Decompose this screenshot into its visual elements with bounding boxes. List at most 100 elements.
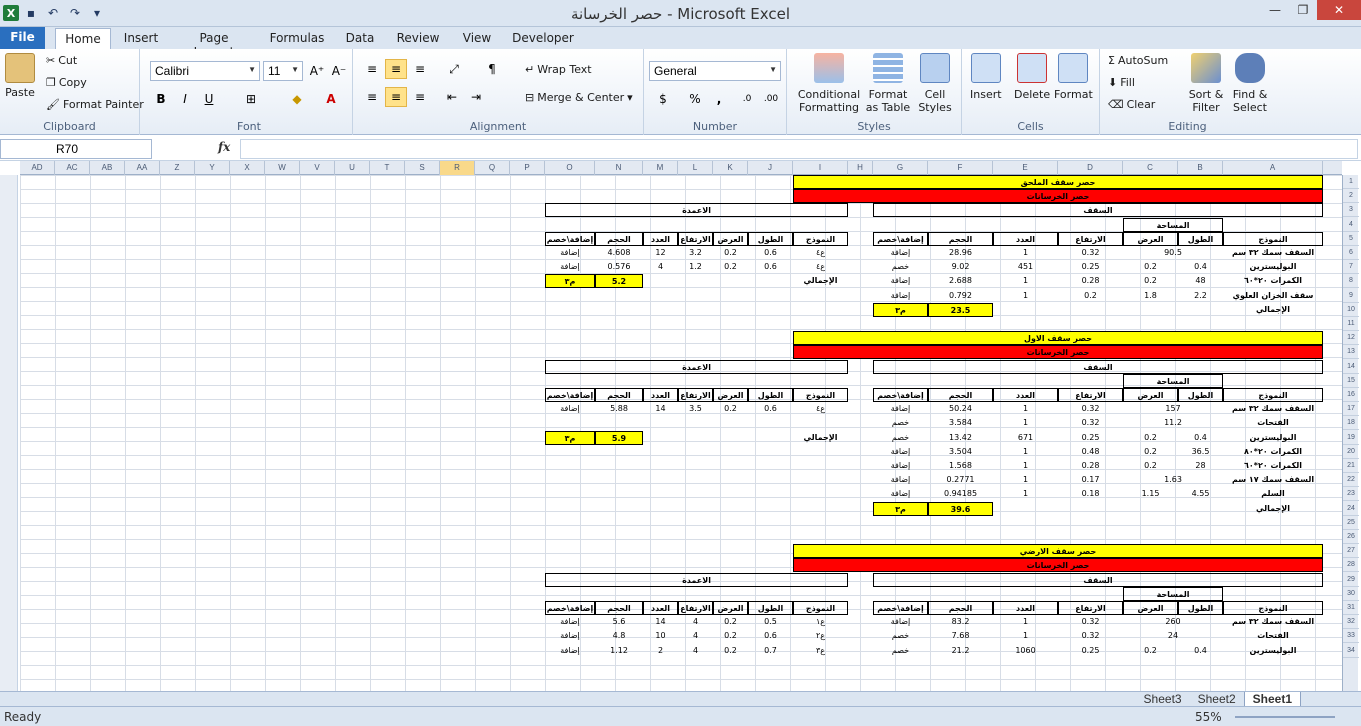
format-cells-button[interactable]: Format xyxy=(1054,53,1093,101)
row-header[interactable]: 5 xyxy=(1343,232,1359,246)
tab-data[interactable]: Data xyxy=(343,28,377,49)
table-cell[interactable]: إضافة xyxy=(873,402,928,416)
table-cell[interactable]: 0.2 xyxy=(713,629,748,643)
table-header[interactable]: العرض xyxy=(713,231,748,246)
table-cell[interactable]: إضافة xyxy=(873,615,928,629)
table-cell[interactable]: 1.63 xyxy=(1123,473,1223,487)
decrease-decimal-icon[interactable]: .00 xyxy=(760,89,782,109)
table-header[interactable]: العرض xyxy=(713,601,748,615)
table-cell[interactable]: 1 xyxy=(993,416,1058,430)
column-header[interactable]: U xyxy=(335,161,370,175)
table-cell[interactable]: السقف سمك ٣٢ سم xyxy=(1223,402,1323,416)
table-cell[interactable]: 90.5 xyxy=(1123,246,1223,260)
copy-button[interactable]: ❐ Copy xyxy=(46,76,87,89)
section-title[interactable]: حصر سقف الاول xyxy=(793,331,1323,346)
total-value[interactable]: 5.9 xyxy=(595,430,643,445)
row-header[interactable]: 6 xyxy=(1343,246,1359,260)
table-cell[interactable]: 0.2 xyxy=(1123,644,1178,658)
table-header[interactable]: إضافة\خصم xyxy=(873,231,928,246)
table-cell[interactable]: 0.25 xyxy=(1058,260,1123,274)
tab-view[interactable]: View xyxy=(460,28,494,49)
tab-home[interactable]: Home xyxy=(55,28,111,49)
column-header[interactable]: I xyxy=(793,161,848,175)
table-cell[interactable]: 0.6 xyxy=(748,402,793,416)
table-header[interactable]: العدد xyxy=(643,231,678,246)
total-label[interactable]: الإجمالي xyxy=(793,274,848,288)
table-cell[interactable]: 0.2 xyxy=(1123,431,1178,445)
column-header[interactable]: J xyxy=(748,161,793,175)
table-cell[interactable]: البوليسترين xyxy=(1223,431,1323,445)
table-cell[interactable]: 0.4 xyxy=(1178,644,1223,658)
row-header[interactable]: 22 xyxy=(1343,473,1359,488)
row-header[interactable]: 23 xyxy=(1343,487,1359,502)
total-label[interactable]: الإجمالي xyxy=(793,431,848,445)
row-header[interactable]: 3 xyxy=(1343,203,1359,218)
table-cell[interactable]: 0.2771 xyxy=(928,473,993,487)
table-header[interactable]: إضافة\خصم xyxy=(873,601,928,615)
table-cell[interactable]: 2.2 xyxy=(1178,289,1223,303)
table-cell[interactable]: إضافة xyxy=(873,487,928,501)
table-cell[interactable]: ع٢ xyxy=(793,629,848,643)
fill-color-icon[interactable]: ◆ xyxy=(286,89,308,109)
column-header[interactable]: G xyxy=(873,161,928,175)
row-header[interactable]: 26 xyxy=(1343,530,1359,544)
bold-icon[interactable]: B xyxy=(150,89,172,109)
table-cell[interactable]: الكمرات ٢٠*٨٠ xyxy=(1223,445,1323,459)
name-box[interactable]: R70 xyxy=(0,139,152,159)
table-header[interactable]: العرض xyxy=(1123,231,1178,246)
table-cell[interactable]: 0.6 xyxy=(748,629,793,643)
total-value[interactable]: 5.2 xyxy=(595,274,643,289)
table-header[interactable]: الحجم xyxy=(595,601,643,615)
table-cell[interactable]: 0.32 xyxy=(1058,615,1123,629)
fx-icon[interactable]: fx xyxy=(218,140,230,154)
row-header[interactable]: 15 xyxy=(1343,374,1359,388)
table-cell[interactable]: خصم xyxy=(873,416,928,430)
table-header[interactable]: إضافة\خصم xyxy=(545,231,595,246)
table-header[interactable]: إضافة\خصم xyxy=(545,601,595,615)
table-cell[interactable]: 451 xyxy=(993,260,1058,274)
columns-group-header[interactable]: الاعمدة xyxy=(545,359,848,374)
total-unit[interactable]: م٣ xyxy=(545,430,595,445)
table-cell[interactable]: 3.504 xyxy=(928,445,993,459)
table-cell[interactable]: 48 xyxy=(1178,274,1223,288)
currency-icon[interactable]: $ xyxy=(652,89,674,109)
table-cell[interactable]: 1 xyxy=(993,473,1058,487)
section-subtitle[interactable]: حصر الخرسانات xyxy=(793,189,1323,204)
table-header[interactable]: الحجم xyxy=(595,231,643,246)
table-cell[interactable]: خصم xyxy=(873,629,928,643)
table-cell[interactable]: 0.2 xyxy=(1123,274,1178,288)
clear-button[interactable]: ⌫ Clear xyxy=(1108,98,1155,111)
row-header[interactable]: 14 xyxy=(1343,360,1359,374)
align-top-icon[interactable]: ≡ xyxy=(361,59,383,79)
table-header[interactable]: النموذج xyxy=(1223,231,1323,246)
table-cell[interactable]: السقف سمك ٣٢ سم xyxy=(1223,246,1323,260)
column-header[interactable]: Z xyxy=(160,161,195,175)
row-header[interactable]: 18 xyxy=(1343,416,1359,431)
slab-group-header[interactable]: السقف xyxy=(873,203,1323,218)
total-unit[interactable]: م٣ xyxy=(873,501,928,516)
table-cell[interactable]: 1 xyxy=(993,246,1058,260)
table-cell[interactable]: 7.68 xyxy=(928,629,993,643)
table-cell[interactable]: 1 xyxy=(993,629,1058,643)
table-cell[interactable]: 50.24 xyxy=(928,402,993,416)
formula-input[interactable] xyxy=(240,139,1358,159)
column-header[interactable]: H xyxy=(848,161,873,175)
row-header[interactable]: 8 xyxy=(1343,274,1359,289)
table-cell[interactable]: إضافة xyxy=(545,629,595,643)
table-header[interactable]: الطول xyxy=(748,388,793,402)
table-cell[interactable]: 0.25 xyxy=(1058,431,1123,445)
table-cell[interactable]: خصم xyxy=(873,644,928,658)
table-cell[interactable]: إضافة xyxy=(545,246,595,260)
percent-icon[interactable]: % xyxy=(684,89,706,109)
table-cell[interactable]: البوليسترين xyxy=(1223,644,1323,658)
table-cell[interactable]: 1.2 xyxy=(678,260,713,274)
column-header[interactable]: S xyxy=(405,161,440,175)
row-header[interactable]: 16 xyxy=(1343,388,1359,402)
table-cell[interactable]: 9.02 xyxy=(928,260,993,274)
find-select-button[interactable]: Find & Select xyxy=(1230,53,1270,114)
row-header[interactable]: 9 xyxy=(1343,289,1359,303)
area-header[interactable]: المساحة xyxy=(1123,586,1223,601)
table-header[interactable]: العرض xyxy=(1123,388,1178,402)
table-cell[interactable]: الفتحات xyxy=(1223,629,1323,643)
table-cell[interactable]: 0.32 xyxy=(1058,416,1123,430)
